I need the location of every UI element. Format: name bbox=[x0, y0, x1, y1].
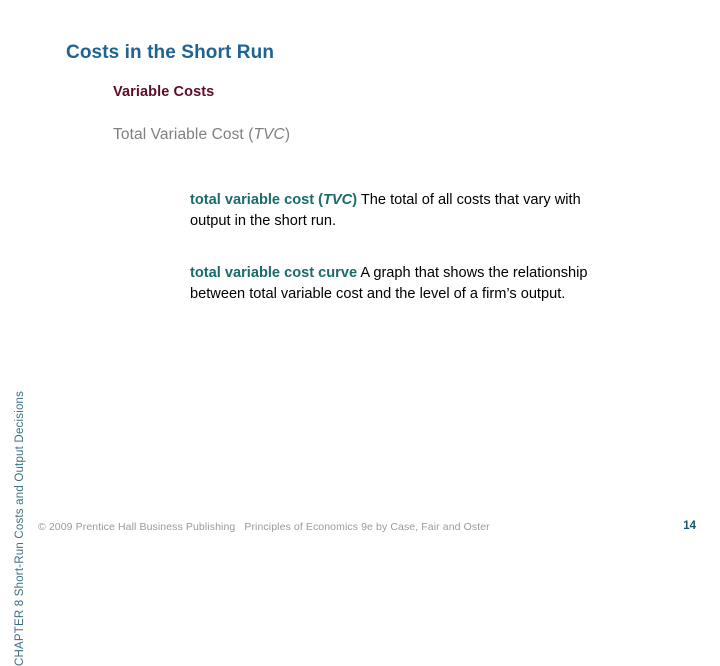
topic-line: Total Variable Cost (TVC) bbox=[113, 126, 290, 144]
footer: © 2009 Prentice Hall Business Publishing… bbox=[38, 521, 490, 533]
footer-copyright: © 2009 Prentice Hall Business Publishing bbox=[38, 521, 236, 533]
page-title: Costs in the Short Run bbox=[66, 42, 275, 63]
definition-term-abbrev: TVC bbox=[323, 192, 353, 208]
definition-term: total variable cost curve bbox=[190, 265, 358, 281]
definition-item: total variable cost curve A graph that s… bbox=[190, 263, 610, 304]
definition-term-close: ) bbox=[352, 192, 358, 208]
section-subheading: Variable Costs bbox=[113, 84, 215, 100]
chapter-rail: CHAPTER 8 Short-Run Costs and Output Dec… bbox=[0, 0, 34, 666]
definition-list: total variable cost (TVC) The total of a… bbox=[190, 190, 610, 304]
page-number: 14 bbox=[683, 520, 696, 532]
footer-book-title: Principles of Economics 9e by Case, Fair… bbox=[244, 521, 490, 533]
definition-term: total variable cost ( bbox=[190, 192, 324, 208]
slide-canvas: CHAPTER 8 Short-Run Costs and Output Dec… bbox=[0, 0, 720, 666]
topic-line-abbrev: TVC bbox=[253, 126, 285, 143]
topic-line-close: ) bbox=[284, 126, 291, 143]
definition-item: total variable cost (TVC) The total of a… bbox=[190, 190, 610, 231]
topic-line-text: Total Variable Cost ( bbox=[113, 126, 254, 143]
chapter-rail-label: CHAPTER 8 Short-Run Costs and Output Dec… bbox=[14, 390, 26, 666]
